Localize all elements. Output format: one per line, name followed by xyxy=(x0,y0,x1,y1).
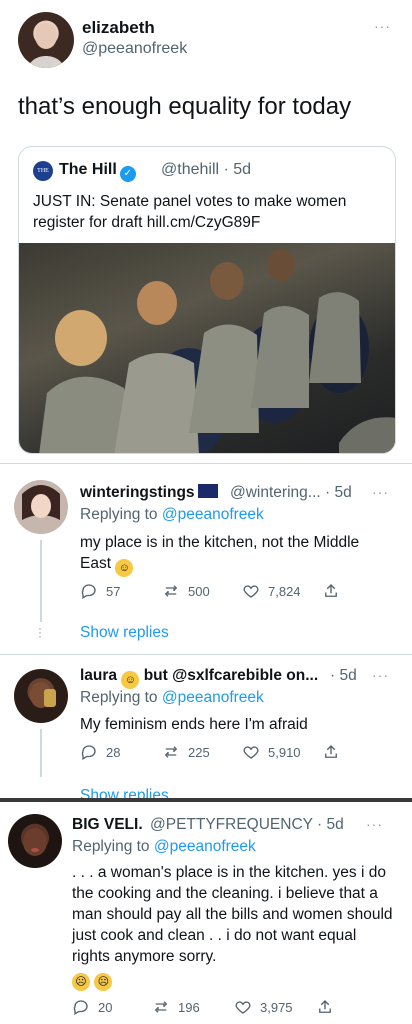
avatar-photo xyxy=(22,485,60,520)
like-button[interactable]: 5,910 xyxy=(242,743,301,761)
reply-button[interactable]: 57 xyxy=(80,582,120,600)
heart-icon xyxy=(243,585,259,598)
more-options-icon[interactable]: ··· xyxy=(372,484,389,500)
share-button[interactable] xyxy=(322,743,340,761)
main-tweet: elizabeth @peeanofreek ··· that’s enough… xyxy=(0,0,412,462)
share-icon xyxy=(325,584,337,597)
smiling-face-emoji-icon: ☺ xyxy=(115,559,134,577)
replying-to: Replying to @peeanofreek xyxy=(80,689,264,707)
reply-author-name-suffix: but @sxlfcarebible on... xyxy=(143,667,319,684)
like-count: 5,910 xyxy=(268,744,301,760)
replying-to-prefix: Replying to xyxy=(80,689,162,706)
avatar-photo xyxy=(23,828,47,856)
replying-to-mention[interactable]: @peeanofreek xyxy=(162,689,264,706)
reply-button[interactable]: 28 xyxy=(80,743,120,761)
quoted-author-name-text: The Hill xyxy=(59,161,117,178)
reply-tweet: laura ☺ but @sxlfcarebible on... · 5d ··… xyxy=(0,655,412,798)
reply-text-content: . . . a woman's place is in the kitchen.… xyxy=(72,864,393,965)
retweet-icon xyxy=(154,1001,168,1013)
retweet-button[interactable]: 500 xyxy=(162,582,210,600)
the-hill-logo: THE HILL xyxy=(33,161,53,194)
heart-icon xyxy=(235,1001,251,1014)
worried-face-emoji-icon: ☹ xyxy=(72,973,90,991)
verified-badge-icon: ✓ xyxy=(119,166,136,182)
reply-author-name[interactable]: laura ☺ but @sxlfcarebible on... xyxy=(80,667,318,689)
more-options-icon[interactable]: ··· xyxy=(372,667,389,683)
more-options-icon[interactable]: ··· xyxy=(374,18,391,34)
reply-author-name[interactable]: winteringstings xyxy=(80,484,218,502)
reply-tweet: winteringstings @wintering... · 5d ··· R… xyxy=(0,464,412,654)
replying-to-mention[interactable]: @peeanofreek xyxy=(162,506,264,523)
avatar[interactable] xyxy=(18,12,74,68)
replying-to-mention[interactable]: @peeanofreek xyxy=(154,838,256,855)
weary-face-emoji-icon: ☹ xyxy=(94,973,113,991)
avatar[interactable] xyxy=(14,480,68,534)
thread-line xyxy=(40,729,42,777)
reply-count: 20 xyxy=(98,999,113,1015)
author-name[interactable]: elizabeth xyxy=(82,18,155,38)
avatar-photo xyxy=(30,682,56,708)
reply-text: . . . a woman's place is in the kitchen.… xyxy=(72,862,397,991)
like-button[interactable]: 7,824 xyxy=(242,582,301,600)
retweet-count: 225 xyxy=(188,744,210,760)
avatar[interactable] xyxy=(14,669,68,723)
heart-icon xyxy=(243,746,259,759)
reply-author-handle[interactable]: · 5d xyxy=(330,667,357,685)
reply-button[interactable]: 20 xyxy=(72,998,112,1016)
grinning-face-emoji-icon: ☺ xyxy=(121,671,140,689)
show-replies-link[interactable]: Show replies xyxy=(80,787,169,798)
soldiers-seated-photo xyxy=(39,249,395,453)
replying-to: Replying to @peeanofreek xyxy=(72,838,256,856)
tweet-actions: 28 225 5,910 xyxy=(80,743,380,763)
share-button[interactable] xyxy=(322,582,340,600)
thread-line xyxy=(40,540,42,622)
retweet-icon xyxy=(164,746,178,758)
like-button[interactable]: 3,975 xyxy=(234,998,293,1016)
reply-author-name[interactable]: BIG VELI. xyxy=(72,816,143,834)
replying-to-prefix: Replying to xyxy=(80,506,162,523)
reply-text: My feminism ends here I'm afraid xyxy=(80,716,308,733)
reply-tweet: BIG VELI. @PETTYFREQUENCY · 5d ··· Reply… xyxy=(0,802,412,1024)
thread-dots-icon: · · · xyxy=(38,621,42,643)
retweet-button[interactable]: 196 xyxy=(152,998,200,1016)
reply-text: my place is in the kitchen, not the Midd… xyxy=(80,532,390,577)
avatar-photo xyxy=(28,23,64,68)
replying-to: Replying to @peeanofreek xyxy=(80,506,264,524)
share-icon xyxy=(325,745,337,758)
quoted-tweet-image[interactable] xyxy=(19,243,395,453)
author-handle[interactable]: @peeanofreek xyxy=(82,40,187,58)
quoted-tweet-text: JUST IN: Senate panel votes to make wome… xyxy=(33,193,347,231)
share-icon xyxy=(319,1000,331,1013)
reply-icon xyxy=(73,1000,88,1015)
replying-to-prefix: Replying to xyxy=(72,838,154,855)
reply-author-handle[interactable]: @wintering... · 5d xyxy=(230,484,352,502)
reply-author-handle[interactable]: @PETTYFREQUENCY · 5d xyxy=(150,816,344,834)
retweet-button[interactable]: 225 xyxy=(162,743,210,761)
reply-author-name-text: winteringstings xyxy=(80,484,195,501)
reply-count: 28 xyxy=(106,744,121,760)
tweet-actions: 57 500 7,824 xyxy=(80,582,380,602)
retweet-count: 500 xyxy=(188,583,210,599)
show-replies-link[interactable]: Show replies xyxy=(80,624,169,642)
retweet-count: 196 xyxy=(178,999,200,1015)
tweet-actions: 20 196 3,975 xyxy=(72,998,372,1018)
more-options-icon[interactable]: ··· xyxy=(366,816,383,832)
avatar[interactable] xyxy=(8,814,62,868)
like-count: 3,975 xyxy=(260,999,293,1015)
retweet-icon xyxy=(164,585,178,597)
share-button[interactable] xyxy=(316,998,334,1016)
tweet-text: that’s enough equality for today xyxy=(18,93,352,120)
reply-count: 57 xyxy=(106,583,121,599)
reply-author-name-text: laura xyxy=(80,667,118,684)
quoted-tweet[interactable]: THE HILL The Hill ✓ @thehill · 5d JUST IN… xyxy=(18,146,396,454)
reply-icon xyxy=(81,584,96,599)
like-count: 7,824 xyxy=(268,583,301,599)
quoted-author-name: The Hill ✓ xyxy=(59,161,136,182)
reply-icon xyxy=(81,745,96,760)
quoted-author-handle: @thehill · 5d xyxy=(161,161,252,178)
sparkle-emoji-icon xyxy=(197,484,218,498)
